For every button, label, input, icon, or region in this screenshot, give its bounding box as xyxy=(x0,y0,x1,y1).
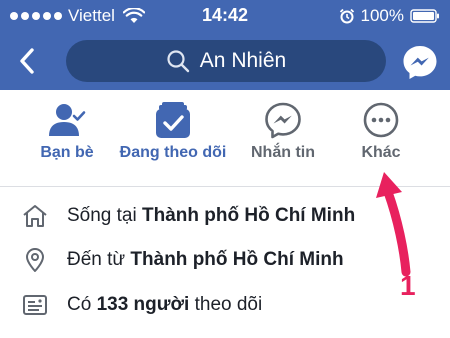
from-text: Đến từ Thành phố Hồ Chí Minh xyxy=(67,249,344,271)
alarm-icon xyxy=(339,8,354,24)
search-input[interactable]: An Nhiên xyxy=(66,40,386,82)
more-label: Khác xyxy=(361,144,401,161)
messenger-icon xyxy=(265,102,301,139)
back-button[interactable] xyxy=(12,44,42,78)
battery-icon xyxy=(410,9,439,23)
status-bar: Viettel 14:42 100% xyxy=(0,0,450,32)
followers-count: 133 người xyxy=(96,294,190,315)
lives-in-prefix: Sống tại xyxy=(67,205,142,226)
friends-button[interactable]: Bạn bè xyxy=(12,100,122,162)
annotation-number: 1 xyxy=(400,270,416,301)
header-bar: Viettel 14:42 100% An Nhiên xyxy=(0,0,450,90)
lives-in-city[interactable]: Thành phố Hồ Chí Minh xyxy=(142,205,355,226)
messenger-button[interactable] xyxy=(400,42,440,82)
from-prefix: Đến từ xyxy=(67,249,131,270)
message-label: Nhắn tin xyxy=(251,144,315,161)
following-icon xyxy=(156,102,190,138)
more-icon xyxy=(363,102,399,138)
more-button[interactable]: Khác xyxy=(326,100,436,162)
battery-label: 100% xyxy=(360,6,404,25)
following-button[interactable]: Đang theo dõi xyxy=(118,100,228,162)
nav-bar: An Nhiên xyxy=(0,36,450,86)
annotation-arrow-icon xyxy=(376,172,411,277)
back-chevron-icon xyxy=(20,48,34,74)
location-pin-icon xyxy=(26,248,44,272)
message-button[interactable]: Nhắn tin xyxy=(228,100,338,162)
followers-row[interactable]: Có 133 người theo dõi xyxy=(0,285,450,325)
following-label: Đang theo dõi xyxy=(119,144,227,161)
followers-card-icon xyxy=(23,295,47,315)
home-icon xyxy=(23,205,47,227)
friends-icon xyxy=(49,104,86,136)
followers-suffix: theo dõi xyxy=(189,294,263,315)
search-icon xyxy=(167,50,189,73)
search-text: An Nhiên xyxy=(199,49,287,72)
followers-prefix: Có xyxy=(67,294,97,315)
friends-label: Bạn bè xyxy=(40,144,94,161)
followers-text: Có 133 người theo dõi xyxy=(67,294,262,316)
lives-in-text: Sống tại Thành phố Hồ Chí Minh xyxy=(67,205,355,227)
from-city[interactable]: Thành phố Hồ Chí Minh xyxy=(130,249,343,270)
status-right: 100% xyxy=(339,6,440,26)
